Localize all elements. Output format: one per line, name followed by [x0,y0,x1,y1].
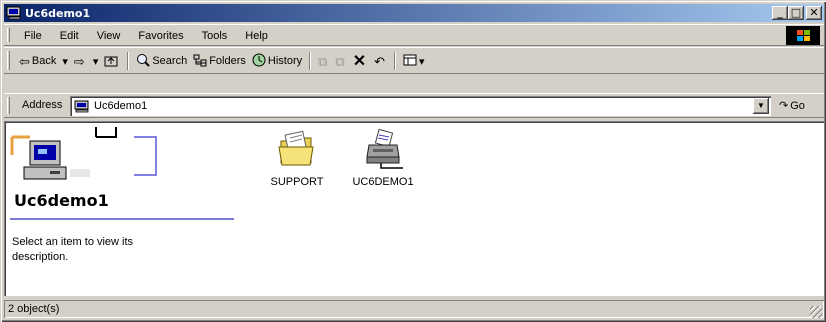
maximize-button[interactable]: □ [788,6,804,20]
explorer-window: Uc6demo1 _ □ ✕ File Edit View Favorites … [0,0,826,322]
toolbar-grip[interactable] [7,51,10,70]
forward-button[interactable]: ⇨ [71,51,90,71]
title-bar[interactable]: Uc6demo1 _ □ ✕ [4,4,824,22]
up-folder-icon [104,54,118,69]
status-bar: 2 object(s) [4,298,824,320]
web-view-panel: Uc6demo1 Select an item to view its desc… [10,127,234,287]
undo-icon: ↶ [374,53,386,69]
item-list: SUPPORT UC6DEMO1 [254,128,426,188]
copy-to-button[interactable]: ⧉ [332,51,349,71]
go-button[interactable]: ↷ Go [779,99,805,113]
toolbar-separator [394,52,397,70]
menu-file[interactable]: File [18,28,48,44]
folder-view: Uc6demo1 Select an item to view its desc… [4,121,824,296]
history-button[interactable]: History [249,51,305,71]
copy-to-icon: ⧉ [335,53,345,69]
search-icon [136,53,151,69]
printer-icon [363,128,403,169]
address-grip[interactable] [7,97,10,114]
panel-description: Select an item to view its description. [12,236,134,263]
list-item-uc6demo1[interactable]: UC6DEMO1 [340,128,426,188]
window-title: Uc6demo1 [25,6,91,20]
move-to-button[interactable]: ⧉ [315,51,332,71]
history-icon [252,53,266,69]
resize-grip-icon[interactable] [810,306,822,318]
go-arrow-icon: ↷ [779,100,789,112]
dropdown-arrow-icon: ▾ [419,55,425,68]
status-text: 2 object(s) [4,300,824,318]
up-button[interactable] [101,51,123,71]
folders-button[interactable]: Folders [190,51,249,71]
item-label: SUPPORT [270,176,324,188]
back-arrow-icon: ⇦ [19,53,30,69]
views-button[interactable]: ▾ [400,51,428,71]
history-label: History [267,55,303,67]
item-label: UC6DEMO1 [352,176,414,188]
panel-title: Uc6demo1 [14,191,109,210]
menu-tools[interactable]: Tools [196,28,234,44]
toolbar-separator [127,52,130,70]
back-label: Back [31,55,57,67]
undo-button[interactable]: ↶ [371,51,390,71]
forward-dropdown[interactable]: ▾ [90,51,102,71]
menu-bar: File Edit View Favorites Tools Help [4,24,824,46]
forward-arrow-icon: ⇨ [73,53,85,69]
go-label: Go [790,99,805,112]
folder-icon [277,129,317,169]
folders-label: Folders [209,55,246,67]
views-icon [403,54,417,68]
standard-toolbar: ⇦ Back ▾ ⇨ ▾ Search Folders History ⧉ ⧉ … [4,47,824,74]
computer-icon [6,6,22,20]
address-value: Uc6demo1 [94,100,148,112]
delete-x-icon: ✕ [352,52,367,70]
menu-edit[interactable]: Edit [54,28,85,44]
search-button[interactable]: Search [133,51,190,71]
menu-view[interactable]: View [91,28,127,44]
address-label: Address [22,99,63,111]
address-input[interactable]: Uc6demo1 ▼ [70,96,771,116]
move-to-icon: ⧉ [318,53,328,69]
dropdown-arrow-icon: ▾ [62,55,68,68]
close-button[interactable]: ✕ [806,6,822,20]
back-button[interactable]: ⇦ Back [16,51,59,71]
address-dropdown-button[interactable]: ▼ [753,98,769,114]
address-bar: Address Uc6demo1 ▼ ↷ Go [4,93,824,118]
panel-graphic [10,127,234,189]
minimize-button[interactable]: _ [772,6,788,20]
windows-logo-icon [786,26,820,45]
back-dropdown[interactable]: ▾ [59,51,71,71]
menu-help[interactable]: Help [239,28,274,44]
dropdown-arrow-icon: ▾ [92,55,99,68]
delete-button[interactable]: ✕ [350,51,371,71]
panel-divider [10,218,234,220]
folders-icon [193,54,207,69]
list-item-support[interactable]: SUPPORT [254,129,340,188]
toolbar-separator [309,52,312,70]
menu-grip[interactable] [7,28,10,42]
menu-favorites[interactable]: Favorites [132,28,189,44]
computer-icon [74,100,90,113]
search-label: Search [152,55,188,67]
